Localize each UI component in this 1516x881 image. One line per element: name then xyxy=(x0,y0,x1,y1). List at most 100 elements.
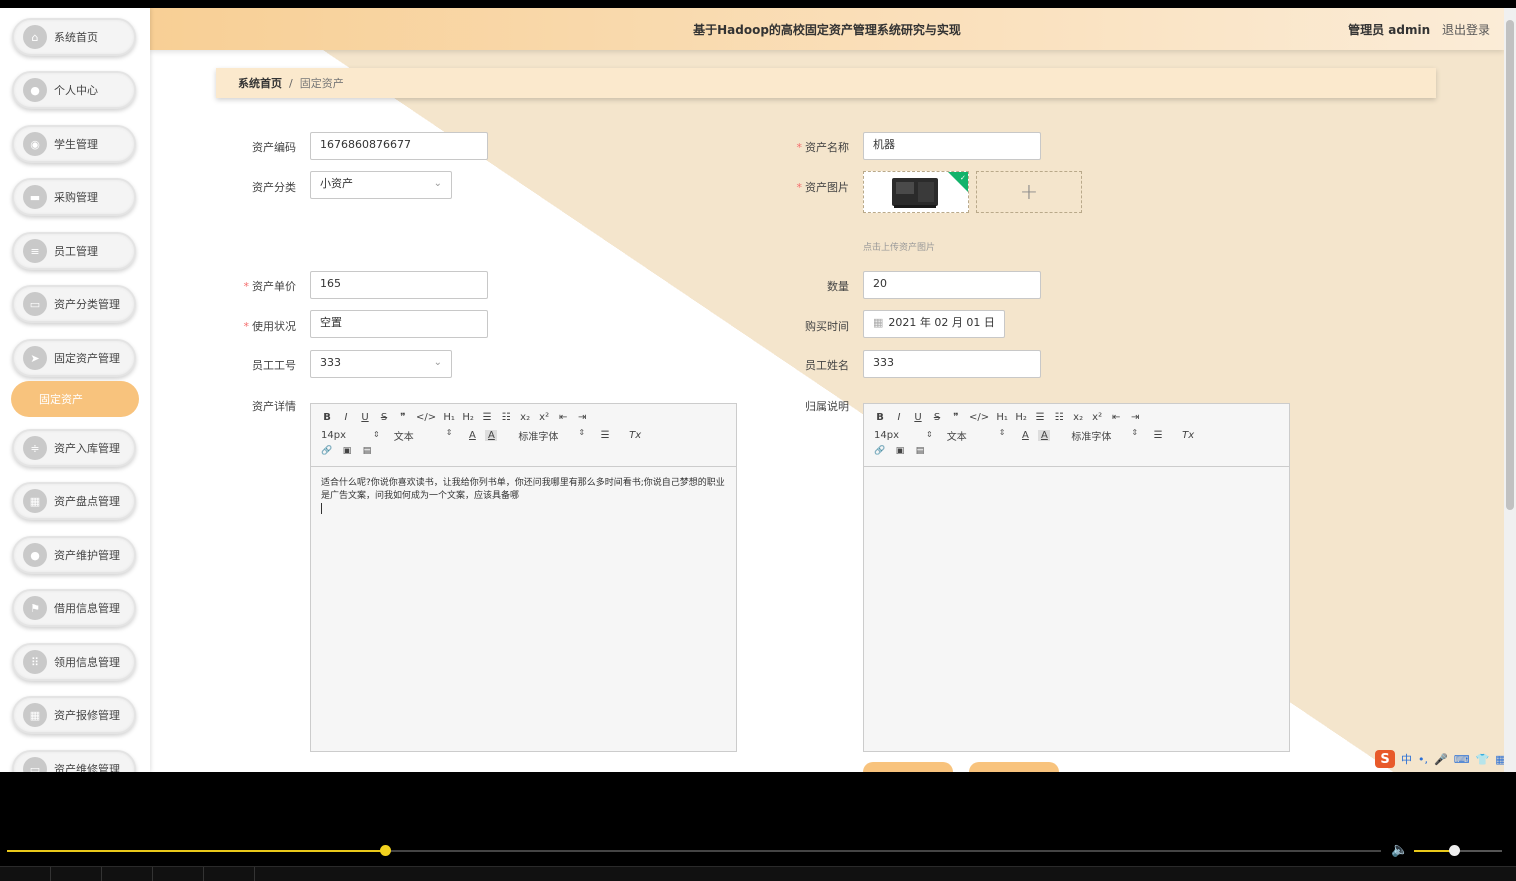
grid-icon: ▦ xyxy=(23,703,47,727)
font-size-select[interactable]: 14px ⇕ xyxy=(874,430,933,441)
progress-track[interactable] xyxy=(7,845,1381,856)
toolbar-button[interactable]: S xyxy=(931,412,943,423)
quantity-input[interactable]: 20 xyxy=(863,271,1041,299)
sidebar-item-label: 固定资产管理 xyxy=(54,352,120,365)
keyboard-icon[interactable]: ⌨ xyxy=(1454,753,1470,766)
sidebar-subitem-fixed-assets[interactable]: 固定资产 xyxy=(11,381,139,417)
volume-knob[interactable] xyxy=(1448,845,1460,856)
toolbar-button[interactable]: x² xyxy=(538,412,550,423)
toolbar-button[interactable]: </> xyxy=(969,412,989,423)
font-color-icon[interactable]: A xyxy=(466,430,478,441)
volume-slider[interactable] xyxy=(1414,845,1502,856)
sidebar-item[interactable]: ▭ 资产分类管理 xyxy=(12,285,136,323)
sidebar-item[interactable]: ≡ 员工管理 xyxy=(12,232,136,270)
toolbar-button[interactable]: ⇥ xyxy=(1129,412,1141,423)
sidebar-item[interactable]: ● 个人中心 xyxy=(12,71,136,109)
asset-detail-content[interactable]: 适合什么呢?你说你喜欢读书，让我给你列书单，你还问我哪里有那么多时间看书;你说自… xyxy=(311,467,736,529)
punctuation-icon[interactable]: •, xyxy=(1418,753,1428,766)
user-icon: ● xyxy=(23,78,47,102)
toolbar-button[interactable]: U xyxy=(912,412,924,423)
toolbar-button[interactable]: ☷ xyxy=(1053,412,1065,423)
text-style-select[interactable]: 文本 ⇕ xyxy=(947,428,1006,443)
toolbar-button[interactable]: ☷ xyxy=(500,412,512,423)
unit-price-input[interactable]: 165 xyxy=(310,271,488,299)
font-color-icon[interactable]: A xyxy=(1019,430,1031,441)
usage-status-input[interactable]: 空置 xyxy=(310,310,488,338)
sidebar-item[interactable]: ▦ 资产报修管理 xyxy=(12,696,136,734)
toolbar-button[interactable]: ⇤ xyxy=(1110,412,1122,423)
progress-knob[interactable] xyxy=(379,845,391,856)
toolbar-button[interactable]: x² xyxy=(1091,412,1103,423)
asset-category-select[interactable]: 小资产 ⌄ xyxy=(310,171,452,199)
toolbar-button[interactable]: x₂ xyxy=(1072,412,1084,423)
toolbar-button[interactable]: H₂ xyxy=(462,412,474,423)
toolbar-button[interactable]: ☰ xyxy=(481,412,493,423)
sidebar-item[interactable]: ▦ 资产盘点管理 xyxy=(12,482,136,520)
toolbar-button[interactable]: H₂ xyxy=(1015,412,1027,423)
link-icon[interactable]: 🔗 xyxy=(321,446,333,456)
purchase-date-picker[interactable]: ▦ 2021 年 02 月 01 日 xyxy=(863,310,1005,338)
shirt-icon[interactable]: 👕 xyxy=(1476,753,1490,766)
apps-icon[interactable]: ▦ xyxy=(1495,753,1504,766)
sidebar-item[interactable]: ⚑ 借用信息管理 xyxy=(12,589,136,627)
sidebar-item[interactable]: ➤ 固定资产管理 xyxy=(12,339,136,377)
sidebar-item[interactable]: ● 资产维护管理 xyxy=(12,536,136,574)
toolbar-button[interactable]: B xyxy=(874,412,886,423)
toolbar-button[interactable]: ❞ xyxy=(397,412,409,423)
font-family-select[interactable]: 标准字体 ⇕ xyxy=(1071,428,1138,443)
background-color-icon[interactable]: A xyxy=(485,430,498,441)
video-icon[interactable]: ▤ xyxy=(361,446,373,456)
font-family-value: 标准字体 xyxy=(1071,432,1112,443)
background-color-icon[interactable]: A xyxy=(1038,430,1051,441)
toolbar-button[interactable]: I xyxy=(340,412,352,423)
sidebar-item[interactable]: ≑ 资产入库管理 xyxy=(12,429,136,467)
align-icon[interactable]: ☰ xyxy=(1152,430,1164,441)
sidebar-item[interactable]: ⠿ 领用信息管理 xyxy=(12,643,136,681)
font-family-select[interactable]: 标准字体 ⇕ xyxy=(518,428,585,443)
ime-language[interactable]: 中 xyxy=(1401,751,1412,767)
sidebar-item-label: 学生管理 xyxy=(54,138,98,151)
asset-code-input[interactable]: 1676860876677 xyxy=(310,132,488,160)
cancel-button[interactable] xyxy=(969,762,1059,772)
scrollbar-thumb[interactable] xyxy=(1506,20,1514,510)
scrollbar[interactable] xyxy=(1504,8,1516,772)
toolbar-button[interactable]: H₁ xyxy=(996,412,1008,423)
toolbar-button[interactable]: </> xyxy=(416,412,436,423)
sidebar-item[interactable]: ⌂ 系统首页 xyxy=(12,18,136,56)
text-style-select[interactable]: 文本 ⇕ xyxy=(394,428,453,443)
image-icon[interactable]: ▣ xyxy=(341,446,353,456)
font-size-select[interactable]: 14px ⇕ xyxy=(321,430,380,441)
toolbar-button[interactable]: S xyxy=(378,412,390,423)
toolbar-button[interactable]: ⇥ xyxy=(576,412,588,423)
upload-hint: 点击上传资产图片 xyxy=(863,243,936,253)
sidebar-item[interactable]: ◉ 学生管理 xyxy=(12,125,136,163)
ownership-note-content[interactable] xyxy=(864,467,1289,487)
microphone-icon[interactable]: 🎤 xyxy=(1434,753,1448,766)
toolbar-button[interactable]: B xyxy=(321,412,333,423)
submit-button[interactable] xyxy=(863,762,953,772)
toolbar-button[interactable]: ⇤ xyxy=(557,412,569,423)
employee-no-select[interactable]: 333 ⌄ xyxy=(310,350,452,378)
video-icon[interactable]: ▤ xyxy=(914,446,926,456)
toolbar-button[interactable]: ☰ xyxy=(1034,412,1046,423)
asset-image-thumbnail[interactable]: ✓ xyxy=(863,171,969,213)
link-icon[interactable]: 🔗 xyxy=(874,446,886,456)
clear-format-icon[interactable]: Tx xyxy=(1182,430,1194,441)
clear-format-icon[interactable]: Tx xyxy=(629,430,641,441)
grid-icon: ▦ xyxy=(23,489,47,513)
image-icon[interactable]: ▣ xyxy=(894,446,906,456)
employee-name-input[interactable]: 333 xyxy=(863,350,1041,378)
volume-icon[interactable]: 🔈 xyxy=(1391,842,1408,858)
logout-link[interactable]: 退出登录 xyxy=(1442,23,1490,37)
toolbar-button[interactable]: U xyxy=(359,412,371,423)
upload-image-button[interactable]: + xyxy=(976,171,1082,213)
asset-name-input[interactable]: 机器 xyxy=(863,132,1041,160)
toolbar-button[interactable]: ❞ xyxy=(950,412,962,423)
align-icon[interactable]: ☰ xyxy=(599,430,611,441)
sidebar-item[interactable]: ▭ 资产维修管理 xyxy=(12,750,136,772)
toolbar-button[interactable]: I xyxy=(893,412,905,423)
toolbar-button[interactable]: x₂ xyxy=(519,412,531,423)
sidebar-item[interactable]: ▬ 采购管理 xyxy=(12,178,136,216)
toolbar-button[interactable]: H₁ xyxy=(443,412,455,423)
breadcrumb-home[interactable]: 系统首页 xyxy=(238,75,282,91)
